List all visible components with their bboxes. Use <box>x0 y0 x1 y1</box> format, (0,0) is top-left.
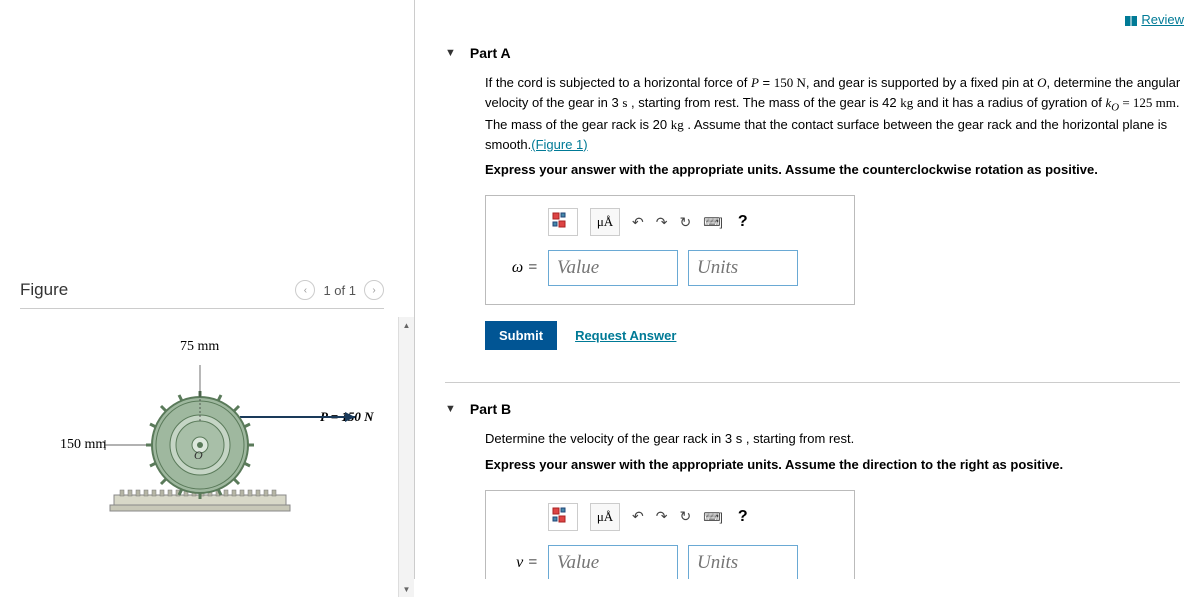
keyboard-icon[interactable]: ⌨︎] <box>703 215 722 229</box>
part-b-value-input[interactable] <box>548 545 678 579</box>
part-a-submit-button[interactable]: Submit <box>485 321 557 350</box>
redo-icon[interactable]: ↷ <box>656 508 668 525</box>
content-pane: Review ▼ Part A If the cord is subjected… <box>415 0 1200 579</box>
part-b-question: Determine the velocity of the gear rack … <box>485 429 1190 449</box>
part-a-value-input[interactable] <box>548 250 678 286</box>
help-button[interactable]: ? <box>738 213 748 231</box>
pager-next-button[interactable]: › <box>364 280 384 300</box>
part-a-header[interactable]: ▼ Part A <box>445 27 1190 73</box>
reset-icon[interactable]: ↻ <box>679 508 691 525</box>
templates-button[interactable] <box>548 208 578 236</box>
templates-button[interactable] <box>548 503 578 531</box>
scroll-down-icon[interactable]: ▼ <box>399 581 414 597</box>
part-a-request-answer-link[interactable]: Request Answer <box>575 328 676 343</box>
part-a-question: If the cord is subjected to a horizontal… <box>485 73 1190 154</box>
special-chars-button[interactable]: μÅ <box>590 503 620 531</box>
caret-down-icon: ▼ <box>445 47 456 59</box>
pager-label: 1 of 1 <box>323 283 356 298</box>
figure-scrollbar[interactable]: ▲ ▼ <box>398 317 414 597</box>
pager-prev-button[interactable]: ‹ <box>295 280 315 300</box>
divider <box>20 308 384 309</box>
scroll-up-icon[interactable]: ▲ <box>399 317 414 333</box>
figure-pager: ‹ 1 of 1 › <box>295 280 384 300</box>
svg-text:O: O <box>194 448 203 462</box>
redo-icon[interactable]: ↷ <box>656 214 668 231</box>
caret-down-icon: ▼ <box>445 403 456 415</box>
part-a-title: Part A <box>470 45 511 61</box>
v-label: v = <box>504 554 538 572</box>
figure-1-link[interactable]: (Figure 1) <box>531 137 587 152</box>
part-b-units-input[interactable] <box>688 545 798 579</box>
review-icon <box>1125 16 1137 26</box>
figure-title: Figure <box>20 280 68 300</box>
review-link[interactable]: Review <box>1141 12 1184 27</box>
part-a-answer-box: μÅ ↶ ↷ ↻ ⌨︎] ? ω = <box>485 195 855 305</box>
gear-svg: O <box>100 347 370 527</box>
undo-icon[interactable]: ↶ <box>632 214 644 231</box>
omega-label: ω = <box>504 259 538 277</box>
part-b-title: Part B <box>470 401 511 417</box>
part-b-instruction: Express your answer with the appropriate… <box>485 457 1190 472</box>
part-b-header[interactable]: ▼ Part B <box>445 383 1190 429</box>
part-a-units-input[interactable] <box>688 250 798 286</box>
figure-pane: Figure ‹ 1 of 1 › 75 mm 150 mm P = 150 N <box>0 0 414 579</box>
special-chars-button[interactable]: μÅ <box>590 208 620 236</box>
figure-diagram: 75 mm 150 mm P = 150 N <box>20 317 398 597</box>
part-a-instruction: Express your answer with the appropriate… <box>485 162 1190 177</box>
reset-icon[interactable]: ↻ <box>679 214 691 231</box>
undo-icon[interactable]: ↶ <box>632 508 644 525</box>
keyboard-icon[interactable]: ⌨︎] <box>703 510 722 524</box>
help-button[interactable]: ? <box>738 508 748 526</box>
part-b-answer-box: μÅ ↶ ↷ ↻ ⌨︎] ? v = <box>485 490 855 579</box>
